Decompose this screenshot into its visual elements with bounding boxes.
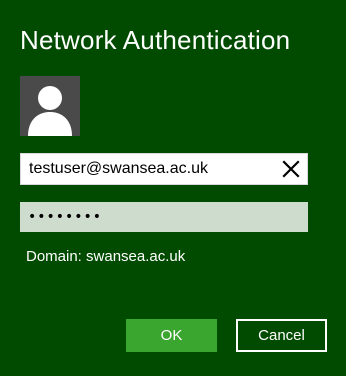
user-avatar (20, 76, 80, 136)
close-icon (282, 160, 300, 178)
user-silhouette-icon (28, 86, 72, 136)
ok-button[interactable]: OK (126, 319, 217, 352)
password-field (20, 202, 308, 232)
password-input[interactable] (20, 202, 308, 232)
domain-label: Domain: swansea.ac.uk (26, 248, 186, 265)
cancel-button[interactable]: Cancel (236, 319, 327, 352)
username-field (20, 153, 308, 185)
clear-username-button[interactable] (279, 157, 303, 181)
username-input[interactable] (21, 154, 271, 184)
dialog-title: Network Authentication (20, 25, 291, 55)
